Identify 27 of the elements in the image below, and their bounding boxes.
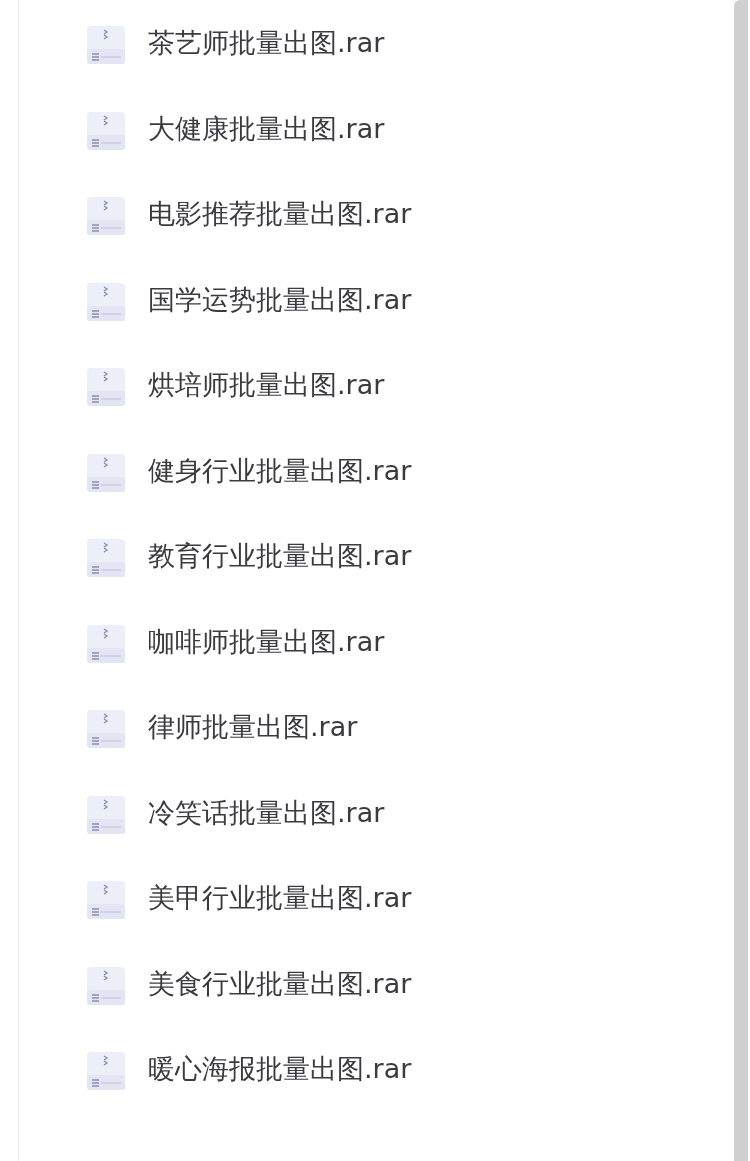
file-name[interactable]: 美食行业批量出图.rar xyxy=(148,963,412,1004)
file-name[interactable]: 教育行业批量出图.rar xyxy=(148,536,412,576)
file-name[interactable]: 电影推荐批量出图.rar xyxy=(148,194,412,234)
file-name[interactable]: 烘培师批量出图.rar xyxy=(148,365,385,405)
archive-file-icon xyxy=(86,281,126,322)
archive-file-icon xyxy=(86,623,126,664)
file-name[interactable]: 暖心海报批量出图.rar xyxy=(148,1049,412,1089)
archive-file-icon xyxy=(86,709,126,749)
archive-file-icon xyxy=(86,965,126,1006)
archive-file-icon xyxy=(86,1051,126,1091)
file-name[interactable]: 咖啡师批量出图.rar xyxy=(148,621,385,662)
archive-file-icon xyxy=(86,880,126,920)
file-name[interactable]: 大健康批量出图.rar xyxy=(148,108,385,149)
archive-file-icon xyxy=(86,367,126,407)
file-name[interactable]: 茶艺师批量出图.rar xyxy=(148,23,385,63)
archive-file-icon xyxy=(86,452,126,493)
file-name[interactable]: 国学运势批量出图.rar xyxy=(148,279,412,320)
file-name[interactable]: 冷笑话批量出图.rar xyxy=(148,792,385,833)
file-name[interactable]: 健身行业批量出图.rar xyxy=(148,450,412,491)
file-name[interactable]: 美甲行业批量出图.rar xyxy=(148,878,412,918)
scrollbar[interactable] xyxy=(734,0,748,1161)
archive-file-icon xyxy=(86,794,126,835)
file-name[interactable]: 律师批量出图.rar xyxy=(148,707,358,747)
archive-file-icon xyxy=(86,538,126,578)
archive-file-icon xyxy=(86,25,126,65)
archive-file-icon xyxy=(86,110,126,151)
archive-file-icon xyxy=(86,196,126,236)
